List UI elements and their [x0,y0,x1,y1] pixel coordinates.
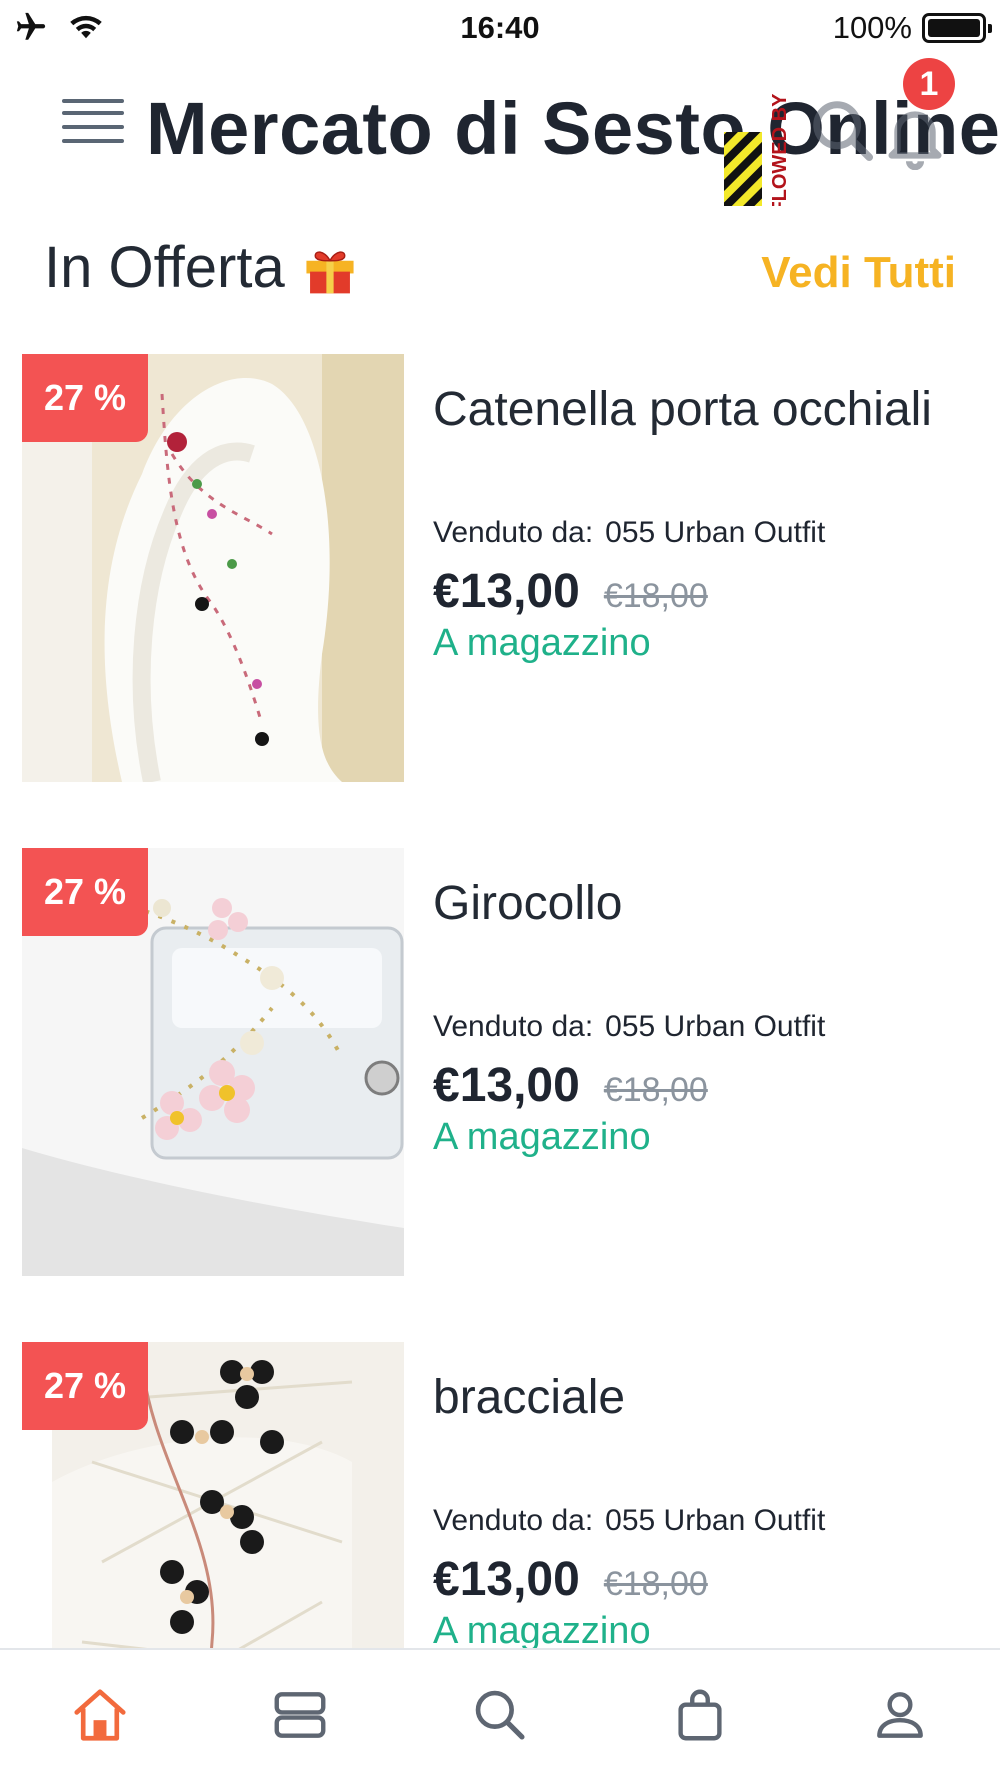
search-icon [475,1690,525,1740]
product-name[interactable]: Girocollo [433,876,622,931]
price: €13,00 [433,565,580,618]
nav-categories[interactable] [200,1650,400,1778]
battery-tip [988,24,992,33]
product-card[interactable]: 27 % Girocollo Venduto da: 055 Urban Outf… [0,848,1000,1278]
seller-info: Venduto da: 055 Urban Outfit [433,1504,825,1538]
old-price: €18,00 [603,1071,708,1109]
seller-name[interactable]: 055 Urban Outfit [605,516,825,549]
price: €13,00 [433,1059,580,1112]
menu-icon[interactable] [62,99,126,157]
status-bar: 16:40 100% [0,0,1000,56]
seller-label: Venduto da: [433,516,594,549]
nav-home[interactable] [0,1650,200,1778]
price-row: €13,00 €18,00 [433,564,708,619]
discount-badge: 27 % [22,1342,148,1430]
stock-status: A magazzino [433,1116,651,1158]
account-icon [877,1692,923,1738]
seller-info: Venduto da: 055 Urban Outfit [433,1010,825,1044]
product-name[interactable]: Catenella porta occhiali [433,382,932,437]
cart-icon [678,1689,722,1741]
discount-badge: 27 % [22,354,148,442]
old-price: €18,00 [603,1565,708,1603]
seller-info: Venduto da: 055 Urban Outfit [433,516,825,550]
seller-label: Venduto da: [433,1010,594,1043]
seller-name[interactable]: 055 Urban Outfit [605,1010,825,1043]
status-right: 100% [832,10,992,46]
battery-icon [922,13,992,43]
stock-status: A magazzino [433,622,651,664]
gift-icon [306,250,354,293]
battery-percentage: 100% [832,10,912,45]
nav-account[interactable] [800,1650,1000,1778]
product-card[interactable]: 27 % Catenella porta occhiali Venduto da… [0,354,1000,784]
price: €13,00 [433,1553,580,1606]
discount-badge: 27 % [22,848,148,936]
seller-label: Venduto da: [433,1504,594,1537]
seller-name[interactable]: 055 Urban Outfit [605,1504,825,1537]
bell-icon[interactable] [880,100,950,170]
old-price: €18,00 [603,577,708,615]
notification-badge[interactable]: 1 [903,58,955,110]
product-name[interactable]: bracciale [433,1370,625,1425]
section-title-text: In Offerta [44,235,285,300]
bottom-nav [0,1648,1000,1778]
price-row: €13,00 €18,00 [433,1552,708,1607]
battery-fill [928,19,980,37]
home-icon [74,1689,126,1741]
search-icon[interactable] [808,96,878,166]
watermark-text: RFLOWED BY [769,93,791,206]
powered-by-badge: RFLOWED BY [724,93,791,206]
nav-search[interactable] [400,1650,600,1778]
stock-status: A magazzino [433,1610,651,1652]
nav-cart[interactable] [600,1650,800,1778]
see-all-link[interactable]: Vedi Tutti [761,248,956,298]
app-header: Mercato di Sesto Online RFLOWED BY 1 [0,56,1000,206]
categories-icon [274,1692,326,1738]
section-title: In Offerta [44,234,359,301]
price-row: €13,00 €18,00 [433,1058,708,1113]
